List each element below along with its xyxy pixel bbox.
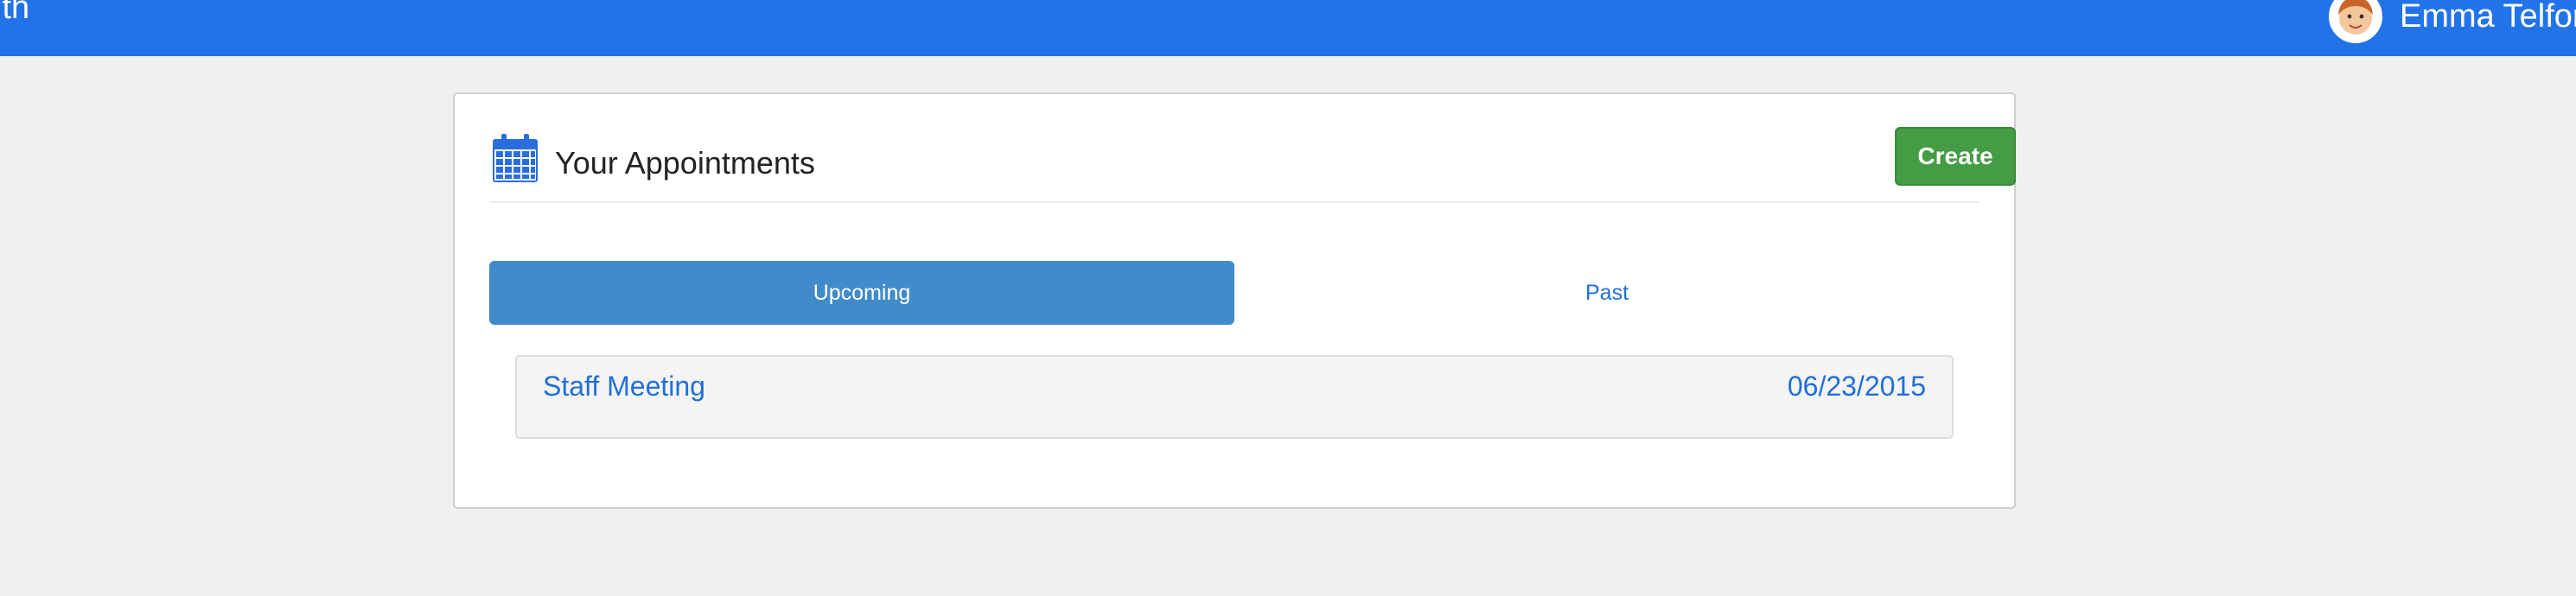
appointment-title[interactable]: Staff Meeting xyxy=(543,371,705,403)
avatar[interactable] xyxy=(2329,0,2382,43)
app-brand[interactable]: lth xyxy=(0,0,29,24)
user-name[interactable]: Emma Telfor xyxy=(2400,0,2576,33)
panel-header: Your Appointments Create xyxy=(489,127,2016,203)
appointment-tabs: Upcoming Past xyxy=(489,261,1980,325)
user-menu[interactable]: Emma Telfor xyxy=(2329,0,2576,45)
list-item[interactable]: Staff Meeting 06/23/2015 xyxy=(517,357,1952,437)
appointment-list: Staff Meeting 06/23/2015 xyxy=(515,355,1954,439)
calendar-icon xyxy=(491,132,539,184)
tab-upcoming[interactable]: Upcoming xyxy=(489,261,1234,325)
page-title: Your Appointments xyxy=(555,145,815,181)
tab-past[interactable]: Past xyxy=(1234,261,1980,325)
appointments-panel: Your Appointments Create Upcoming Past S… xyxy=(453,92,2016,509)
appointment-date: 06/23/2015 xyxy=(1787,371,1926,402)
top-navbar: lth Emma Telfor xyxy=(0,0,2576,56)
create-button[interactable]: Create xyxy=(1895,127,2016,186)
